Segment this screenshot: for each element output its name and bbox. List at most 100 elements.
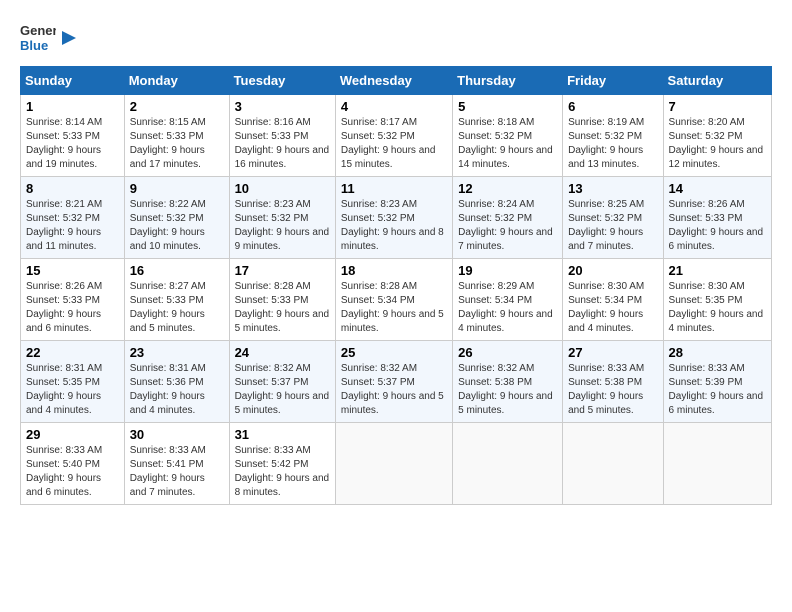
sunrise-label: Sunrise: 8:17 AM [341,117,417,128]
day-number: 9 [130,181,224,196]
day-info: Sunrise: 8:22 AM Sunset: 5:32 PM Dayligh… [130,198,224,254]
header-row: SundayMondayTuesdayWednesdayThursdayFrid… [21,67,772,95]
week-row-4: 22 Sunrise: 8:31 AM Sunset: 5:35 PM Dayl… [21,341,772,423]
sunrise-label: Sunrise: 8:32 AM [235,363,311,374]
sunrise-label: Sunrise: 8:33 AM [669,363,745,374]
sunrise-label: Sunrise: 8:26 AM [669,199,745,210]
day-number: 3 [235,99,330,114]
sunset-label: Sunset: 5:34 PM [458,295,532,306]
logo: General Blue [20,20,78,56]
week-row-5: 29 Sunrise: 8:33 AM Sunset: 5:40 PM Dayl… [21,423,772,505]
sunset-label: Sunset: 5:33 PM [130,295,204,306]
sunset-label: Sunset: 5:33 PM [130,131,204,142]
day-number: 26 [458,345,557,360]
week-row-3: 15 Sunrise: 8:26 AM Sunset: 5:33 PM Dayl… [21,259,772,341]
day-info: Sunrise: 8:31 AM Sunset: 5:35 PM Dayligh… [26,362,119,418]
day-cell: 2 Sunrise: 8:15 AM Sunset: 5:33 PM Dayli… [124,95,229,177]
daylight-label: Daylight: 9 hours and 4 minutes. [568,309,643,334]
daylight-label: Daylight: 9 hours and 11 minutes. [26,227,101,252]
day-info: Sunrise: 8:19 AM Sunset: 5:32 PM Dayligh… [568,116,657,172]
daylight-label: Daylight: 9 hours and 7 minutes. [458,227,553,252]
day-cell: 24 Sunrise: 8:32 AM Sunset: 5:37 PM Dayl… [229,341,335,423]
sunset-label: Sunset: 5:35 PM [26,377,100,388]
day-info: Sunrise: 8:29 AM Sunset: 5:34 PM Dayligh… [458,280,557,336]
sunset-label: Sunset: 5:34 PM [341,295,415,306]
col-header-friday: Friday [563,67,663,95]
day-info: Sunrise: 8:32 AM Sunset: 5:38 PM Dayligh… [458,362,557,418]
day-info: Sunrise: 8:31 AM Sunset: 5:36 PM Dayligh… [130,362,224,418]
day-info: Sunrise: 8:26 AM Sunset: 5:33 PM Dayligh… [26,280,119,336]
day-cell: 28 Sunrise: 8:33 AM Sunset: 5:39 PM Dayl… [663,341,771,423]
sunrise-label: Sunrise: 8:15 AM [130,117,206,128]
day-info: Sunrise: 8:32 AM Sunset: 5:37 PM Dayligh… [341,362,447,418]
page-header: General Blue [20,20,772,56]
day-cell: 9 Sunrise: 8:22 AM Sunset: 5:32 PM Dayli… [124,177,229,259]
day-number: 13 [568,181,657,196]
sunrise-label: Sunrise: 8:33 AM [235,445,311,456]
sunset-label: Sunset: 5:32 PM [669,131,743,142]
day-cell [335,423,452,505]
day-cell: 23 Sunrise: 8:31 AM Sunset: 5:36 PM Dayl… [124,341,229,423]
sunrise-label: Sunrise: 8:22 AM [130,199,206,210]
daylight-label: Daylight: 9 hours and 5 minutes. [341,391,444,416]
daylight-label: Daylight: 9 hours and 19 minutes. [26,145,101,170]
sunrise-label: Sunrise: 8:20 AM [669,117,745,128]
daylight-label: Daylight: 9 hours and 7 minutes. [568,227,643,252]
day-cell: 3 Sunrise: 8:16 AM Sunset: 5:33 PM Dayli… [229,95,335,177]
sunset-label: Sunset: 5:37 PM [341,377,415,388]
day-cell: 4 Sunrise: 8:17 AM Sunset: 5:32 PM Dayli… [335,95,452,177]
daylight-label: Daylight: 9 hours and 5 minutes. [458,391,553,416]
sunset-label: Sunset: 5:33 PM [235,295,309,306]
sunrise-label: Sunrise: 8:24 AM [458,199,534,210]
sunset-label: Sunset: 5:32 PM [458,213,532,224]
sunrise-label: Sunrise: 8:33 AM [130,445,206,456]
sunset-label: Sunset: 5:36 PM [130,377,204,388]
day-info: Sunrise: 8:18 AM Sunset: 5:32 PM Dayligh… [458,116,557,172]
day-cell: 1 Sunrise: 8:14 AM Sunset: 5:33 PM Dayli… [21,95,125,177]
col-header-thursday: Thursday [453,67,563,95]
day-cell: 21 Sunrise: 8:30 AM Sunset: 5:35 PM Dayl… [663,259,771,341]
day-cell [563,423,663,505]
col-header-saturday: Saturday [663,67,771,95]
daylight-label: Daylight: 9 hours and 6 minutes. [669,391,764,416]
day-number: 5 [458,99,557,114]
sunset-label: Sunset: 5:32 PM [341,131,415,142]
sunset-label: Sunset: 5:33 PM [26,131,100,142]
daylight-label: Daylight: 9 hours and 6 minutes. [669,227,764,252]
day-cell: 19 Sunrise: 8:29 AM Sunset: 5:34 PM Dayl… [453,259,563,341]
day-info: Sunrise: 8:15 AM Sunset: 5:33 PM Dayligh… [130,116,224,172]
day-info: Sunrise: 8:33 AM Sunset: 5:41 PM Dayligh… [130,444,224,500]
day-info: Sunrise: 8:27 AM Sunset: 5:33 PM Dayligh… [130,280,224,336]
day-info: Sunrise: 8:23 AM Sunset: 5:32 PM Dayligh… [341,198,447,254]
sunrise-label: Sunrise: 8:33 AM [26,445,102,456]
day-info: Sunrise: 8:32 AM Sunset: 5:37 PM Dayligh… [235,362,330,418]
day-cell: 8 Sunrise: 8:21 AM Sunset: 5:32 PM Dayli… [21,177,125,259]
day-cell: 16 Sunrise: 8:27 AM Sunset: 5:33 PM Dayl… [124,259,229,341]
day-cell: 17 Sunrise: 8:28 AM Sunset: 5:33 PM Dayl… [229,259,335,341]
day-info: Sunrise: 8:23 AM Sunset: 5:32 PM Dayligh… [235,198,330,254]
day-number: 27 [568,345,657,360]
col-header-sunday: Sunday [21,67,125,95]
day-cell: 20 Sunrise: 8:30 AM Sunset: 5:34 PM Dayl… [563,259,663,341]
sunrise-label: Sunrise: 8:28 AM [235,281,311,292]
day-number: 1 [26,99,119,114]
sunset-label: Sunset: 5:32 PM [235,213,309,224]
day-info: Sunrise: 8:14 AM Sunset: 5:33 PM Dayligh… [26,116,119,172]
day-info: Sunrise: 8:20 AM Sunset: 5:32 PM Dayligh… [669,116,766,172]
col-header-monday: Monday [124,67,229,95]
day-cell: 31 Sunrise: 8:33 AM Sunset: 5:42 PM Dayl… [229,423,335,505]
sunrise-label: Sunrise: 8:30 AM [568,281,644,292]
sunset-label: Sunset: 5:37 PM [235,377,309,388]
day-number: 17 [235,263,330,278]
day-cell: 6 Sunrise: 8:19 AM Sunset: 5:32 PM Dayli… [563,95,663,177]
day-info: Sunrise: 8:30 AM Sunset: 5:35 PM Dayligh… [669,280,766,336]
daylight-label: Daylight: 9 hours and 12 minutes. [669,145,764,170]
logo-svg: General Blue [20,20,56,56]
day-number: 4 [341,99,447,114]
day-info: Sunrise: 8:33 AM Sunset: 5:40 PM Dayligh… [26,444,119,500]
day-cell: 22 Sunrise: 8:31 AM Sunset: 5:35 PM Dayl… [21,341,125,423]
day-info: Sunrise: 8:28 AM Sunset: 5:34 PM Dayligh… [341,280,447,336]
sunrise-label: Sunrise: 8:27 AM [130,281,206,292]
day-cell [453,423,563,505]
day-cell: 5 Sunrise: 8:18 AM Sunset: 5:32 PM Dayli… [453,95,563,177]
